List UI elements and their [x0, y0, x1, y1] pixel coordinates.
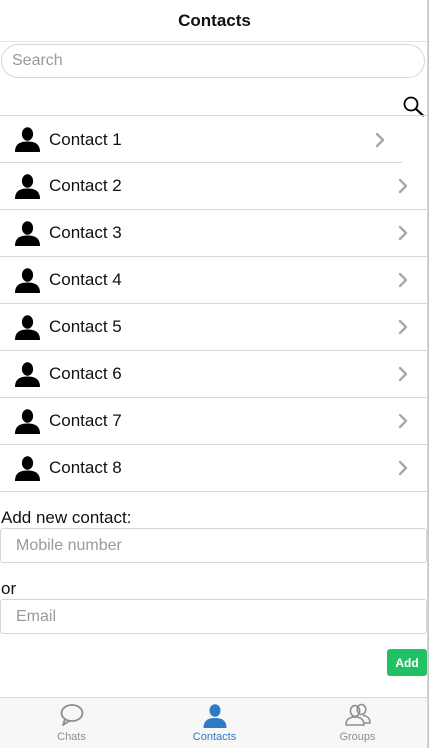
person-icon: [15, 314, 40, 340]
tab-groups[interactable]: Groups: [286, 698, 429, 748]
contact-row[interactable]: Contact 3: [0, 210, 429, 257]
chevron-right-icon: [398, 460, 408, 476]
contact-list: Contact 1 Contact 2 Contact 3 Contact 4 …: [0, 115, 429, 492]
contact-row[interactable]: Contact 1: [0, 116, 429, 163]
chevron-right-icon: [375, 132, 385, 147]
chevron-right-icon: [398, 272, 408, 288]
contact-name: Contact 3: [49, 223, 122, 242]
person-icon: [15, 220, 40, 246]
add-contact-button[interactable]: Add: [387, 649, 427, 676]
contact-row[interactable]: Contact 8: [0, 445, 429, 492]
tab-contacts[interactable]: Contacts: [143, 698, 286, 748]
contact-row[interactable]: Contact 7: [0, 398, 429, 445]
contact-name: Contact 6: [49, 364, 122, 383]
contact-name: Contact 7: [49, 411, 122, 430]
contact-row[interactable]: Contact 4: [0, 257, 429, 304]
contact-row[interactable]: Contact 6: [0, 351, 429, 398]
contact-row[interactable]: Contact 2: [0, 163, 429, 210]
group-icon: [344, 703, 371, 726]
header-bar: Contacts: [0, 0, 429, 42]
person-icon: [15, 173, 40, 199]
person-icon: [15, 127, 40, 152]
person-icon: [15, 267, 40, 293]
contact-row[interactable]: Contact 5: [0, 304, 429, 351]
contact-name: Contact 2: [49, 176, 122, 195]
contact-name: Contact 5: [49, 317, 122, 336]
tab-label: Chats: [57, 731, 86, 743]
search-input[interactable]: [1, 44, 425, 78]
email-input[interactable]: [0, 599, 427, 634]
chevron-right-icon: [398, 413, 408, 429]
person-icon: [15, 408, 40, 434]
contact-name: Contact 1: [49, 129, 122, 149]
person-icon: [15, 361, 40, 387]
chevron-right-icon: [398, 225, 408, 241]
contact-name: Contact 4: [49, 270, 122, 289]
tab-chats[interactable]: Chats: [0, 698, 143, 748]
chevron-right-icon: [398, 319, 408, 335]
add-contact-label: Add new contact:: [1, 508, 132, 527]
or-label: or: [1, 579, 17, 598]
person-icon: [15, 455, 40, 481]
contacts-screen: Contacts Contact 1 Contact 2: [0, 0, 429, 748]
mobile-number-input[interactable]: [0, 528, 427, 563]
person-icon: [203, 704, 226, 728]
chevron-right-icon: [398, 366, 408, 382]
tab-bar: Chats Contacts Groups: [0, 697, 429, 748]
page-title: Contacts: [178, 10, 251, 30]
tab-label: Groups: [339, 731, 376, 743]
chevron-right-icon: [398, 178, 408, 194]
tab-label: Contacts: [192, 731, 237, 743]
contact-name: Contact 8: [49, 458, 122, 477]
search-icon[interactable]: [402, 95, 426, 117]
chat-bubble-icon: [60, 704, 83, 726]
